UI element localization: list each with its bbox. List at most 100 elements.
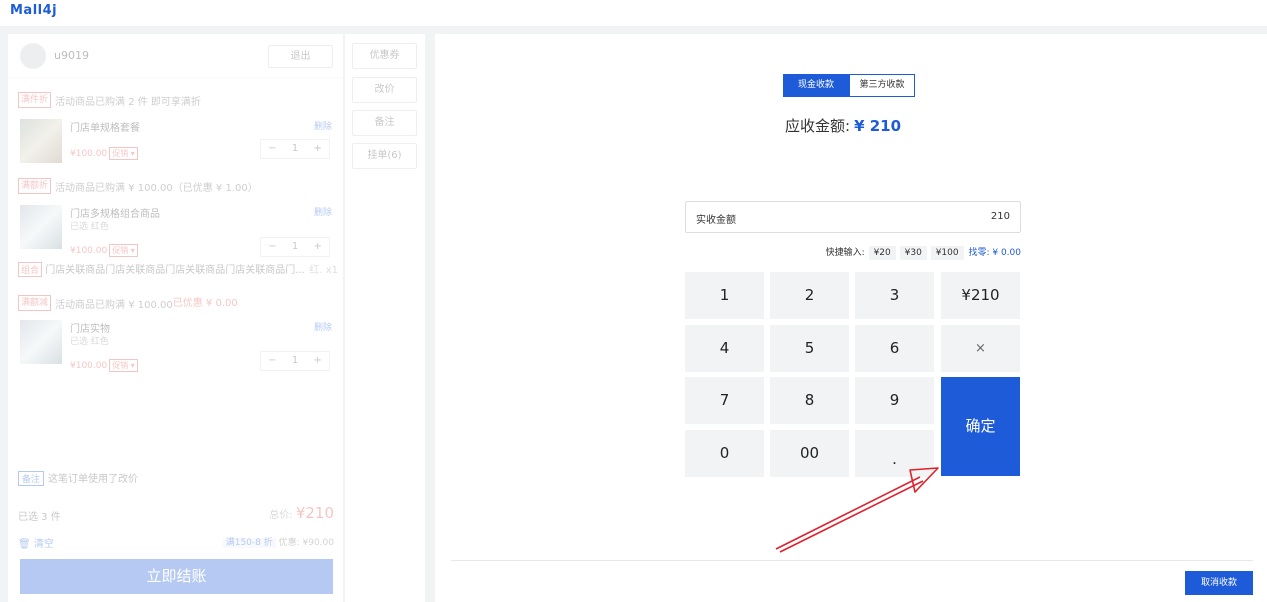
key-9[interactable]: 9 (855, 377, 934, 424)
minus-button[interactable]: − (261, 352, 284, 370)
key-7[interactable]: 7 (685, 377, 764, 424)
promo-text: 活动商品已购满 2 件 即可享满折 (55, 96, 201, 108)
clear-label: 清空 (33, 539, 54, 550)
quantity-value[interactable]: 1 (284, 238, 307, 256)
quick-100-button[interactable]: ¥100 (930, 246, 964, 260)
received-value[interactable]: 210 (991, 211, 1010, 222)
key-00[interactable]: 00 (770, 430, 849, 477)
promo-select[interactable]: 促销 ▾ (109, 147, 138, 160)
quantity-value[interactable]: 1 (284, 352, 307, 370)
quantity-stepper[interactable]: − 1 + (260, 139, 330, 159)
divider (451, 560, 1253, 561)
plus-button[interactable]: + (306, 238, 329, 256)
trash-icon: 🗑 (18, 539, 31, 550)
discount-tag: 满150-8 折 (222, 538, 276, 548)
avatar (20, 43, 46, 69)
cart-item: 门店多规格组合商品 已选 红色 ¥100.00 促销 ▾ 删除 − 1 + (18, 205, 338, 257)
delete-button[interactable]: 删除 (314, 119, 332, 132)
promo-saved: 已优惠 ¥ 0.00 (172, 298, 238, 309)
quantity-value[interactable]: 1 (284, 140, 307, 158)
cart-item: 门店单规格套餐 ¥100.00 促销 ▾ 删除 − 1 + (18, 119, 338, 167)
summary-row: 已选 3 件 总价: ¥210 (18, 504, 334, 523)
quick-input: 快捷输入: ¥20 ¥30 ¥100 找零: ¥ 0.00 (789, 245, 1021, 260)
amount-due: 应收金额: ¥ 210 (785, 115, 901, 136)
key-decimal[interactable]: . (855, 430, 934, 477)
key-5[interactable]: 5 (770, 325, 849, 372)
promo-tag: 满额折 (18, 178, 52, 194)
confirm-button[interactable]: 确定 (941, 377, 1020, 476)
promo-row: 满额减 活动商品已购满 ¥ 100.00已优惠 ¥ 0.00 (18, 294, 238, 312)
cart-panel: u9019 退出 满件折 活动商品已购满 2 件 即可享满折 门店单规格套餐 ¥1… (8, 34, 343, 602)
key-6[interactable]: 6 (855, 325, 934, 372)
key-0[interactable]: 0 (685, 430, 764, 477)
key-3[interactable]: 3 (855, 272, 934, 319)
key-4[interactable]: 4 (685, 325, 764, 372)
coupon-button[interactable]: 优惠券 (352, 43, 417, 69)
quick-input-label: 快捷输入: (825, 248, 865, 258)
minus-button[interactable]: − (261, 238, 284, 256)
key-full-amount[interactable]: ¥210 (941, 272, 1020, 319)
discount-text: 优惠: ¥90.00 (278, 538, 334, 548)
note-tag: 备注 (18, 471, 45, 486)
quantity-stepper[interactable]: − 1 + (260, 237, 330, 257)
promo-select[interactable]: 促销 ▾ (109, 359, 138, 372)
quantity-stepper[interactable]: − 1 + (260, 351, 330, 371)
item-price-row: ¥100.00 促销 ▾ (70, 147, 138, 160)
combo-row: 组合 门店关联商品门店关联商品门店关联商品门店关联商品门... 红. x1 (18, 261, 338, 277)
key-1[interactable]: 1 (685, 272, 764, 319)
total: 总价: ¥210 (269, 504, 334, 522)
promo-select[interactable]: 促销 ▾ (109, 244, 138, 257)
change-amount: 找零: ¥ 0.00 (968, 248, 1021, 258)
plus-button[interactable]: + (306, 352, 329, 370)
tab-third-party[interactable]: 第三方收款 (849, 74, 915, 97)
cancel-payment-button[interactable]: 取消收款 (1185, 571, 1253, 595)
combo-name: 门店关联商品门店关联商品门店关联商品门店关联商品门... (45, 265, 305, 276)
item-spec: 已选 红色 (70, 222, 109, 232)
order-note: 备注 这笔订单使用了改价 (18, 470, 138, 486)
combo-qty: x1 (325, 265, 338, 276)
item-spec: 已选 红色 (70, 337, 109, 347)
tab-cash[interactable]: 现金收款 (783, 74, 849, 97)
plus-button[interactable]: + (306, 140, 329, 158)
amount-due-value: ¥ 210 (854, 117, 902, 135)
reprice-button[interactable]: 改价 (352, 77, 417, 103)
promo-tag: 满件折 (18, 92, 52, 108)
note-text: 这笔订单使用了改价 (48, 474, 139, 485)
delete-button[interactable]: 删除 (314, 205, 332, 218)
top-bar: Mall4j (0, 0, 1267, 26)
amount-due-label: 应收金额: (785, 117, 851, 135)
backspace-key[interactable]: × (941, 325, 1020, 372)
app-logo: Mall4j (10, 3, 58, 18)
minus-button[interactable]: − (261, 140, 284, 158)
product-image (20, 119, 62, 163)
selected-count: 已选 3 件 (18, 512, 61, 523)
hold-order-button[interactable]: 挂单(6) (352, 143, 417, 169)
payment-tabs: 现金收款 第三方收款 (783, 74, 915, 97)
product-image (20, 320, 62, 364)
item-price: ¥100.00 (70, 361, 108, 371)
quick-20-button[interactable]: ¥20 (868, 246, 896, 260)
promo-tag: 满额减 (18, 295, 52, 311)
note-button[interactable]: 备注 (352, 110, 417, 136)
item-name: 门店实物 (70, 324, 110, 335)
user-row: u9019 退出 (8, 34, 343, 78)
promo-row: 满件折 活动商品已购满 2 件 即可享满折 (18, 92, 201, 110)
total-label: 总价: (269, 510, 293, 521)
quick-30-button[interactable]: ¥30 (899, 246, 927, 260)
delete-button[interactable]: 删除 (314, 320, 332, 333)
checkout-button[interactable]: 立即结账 (20, 559, 333, 594)
key-8[interactable]: 8 (770, 377, 849, 424)
promo-row: 满额折 活动商品已购满 ¥ 100.00（已优惠 ¥ 1.00） (18, 178, 258, 196)
clear-button[interactable]: 🗑 清空 (18, 539, 54, 550)
combo-meta: 红. x1 (309, 261, 338, 276)
discount-info: 满150-8 折 优惠: ¥90.00 (222, 535, 334, 548)
cart-item: 门店实物 已选 红色 ¥100.00 促销 ▾ 删除 − 1 + (18, 320, 338, 372)
item-name: 门店多规格组合商品 (70, 209, 160, 220)
item-name: 门店单规格套餐 (70, 123, 140, 134)
logout-button[interactable]: 退出 (268, 45, 333, 68)
combo-tag: 组合 (18, 262, 43, 277)
clear-row: 🗑 清空 满150-8 折 优惠: ¥90.00 (18, 535, 334, 550)
key-2[interactable]: 2 (770, 272, 849, 319)
received-amount-field[interactable]: 实收金额 210 (685, 201, 1021, 233)
promo-text: 活动商品已购满 ¥ 100.00 (55, 299, 173, 311)
